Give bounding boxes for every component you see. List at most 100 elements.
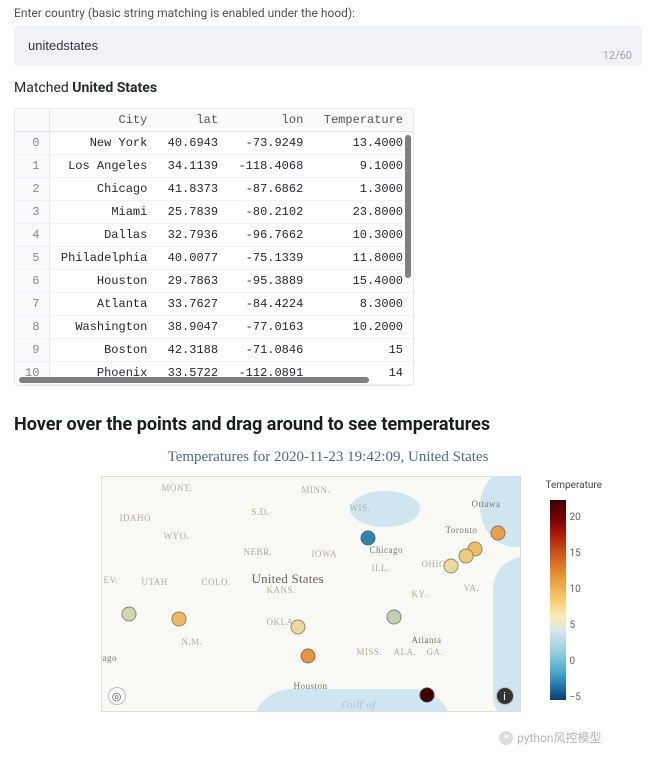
horizontal-scrollbar[interactable] xyxy=(19,377,399,383)
cell: New York xyxy=(50,132,157,155)
data-point[interactable] xyxy=(361,530,376,545)
cell: -71.0846 xyxy=(228,339,313,362)
data-point[interactable] xyxy=(419,688,434,703)
data-point[interactable] xyxy=(122,606,137,621)
table-row[interactable]: 6Houston29.7863-95.388915.4000 xyxy=(15,270,413,293)
map-label-state: ILL. xyxy=(372,563,390,573)
cell: 40.0077 xyxy=(157,247,228,270)
matched-result: Matched United States xyxy=(14,80,642,96)
column-header: City xyxy=(50,109,157,132)
table-row[interactable]: 2Chicago41.8373-87.68621.3000 xyxy=(15,178,413,201)
map-chart[interactable]: MONT. MINN. IDAHO S.D. WIS. WYO. NEBR. I… xyxy=(41,476,616,726)
map-label-city: Houston xyxy=(294,681,328,691)
input-label: Enter country (basic string matching is … xyxy=(14,6,642,20)
legend-tick: 20 xyxy=(570,512,581,523)
cell: Houston xyxy=(50,270,157,293)
map-label-city: Chicago xyxy=(370,545,404,555)
map-label-state: N.M. xyxy=(182,637,203,647)
vertical-scrollbar[interactable] xyxy=(405,135,411,381)
data-point[interactable] xyxy=(444,559,459,574)
map-label-state: MINN. xyxy=(302,485,331,495)
legend-title: Temperature xyxy=(546,480,616,491)
map-label-state: VA. xyxy=(464,583,480,593)
cell: 11.8000 xyxy=(313,247,413,270)
map-label-state: MISS. xyxy=(357,647,383,657)
legend-tick: 5 xyxy=(570,620,576,631)
table-row[interactable]: 1Los Angeles34.1139-118.40689.1000 xyxy=(15,155,413,178)
legend-gradient xyxy=(550,500,566,700)
cell: -87.6862 xyxy=(228,178,313,201)
column-header: lon xyxy=(228,109,313,132)
data-point[interactable] xyxy=(459,548,474,563)
cell: 1.3000 xyxy=(313,178,413,201)
cell: 25.7839 xyxy=(157,201,228,224)
legend-tick: 0 xyxy=(570,656,576,667)
cell: 6 xyxy=(15,270,50,293)
legend-tick: 15 xyxy=(570,548,581,559)
cell: 5 xyxy=(15,247,50,270)
cell: 10.2000 xyxy=(313,316,413,339)
column-header xyxy=(15,109,50,132)
cell: 8.3000 xyxy=(313,293,413,316)
data-point[interactable] xyxy=(171,611,186,626)
cell: Los Angeles xyxy=(50,155,157,178)
scroll-thumb[interactable] xyxy=(405,135,411,278)
cell: 32.7936 xyxy=(157,224,228,247)
cell: 0 xyxy=(15,132,50,155)
map-label-city: Atlanta xyxy=(412,635,442,645)
cell: 2 xyxy=(15,178,50,201)
table-row[interactable]: 8Washington38.9047-77.016310.2000 xyxy=(15,316,413,339)
table-row[interactable]: 5Philadelphia40.0077-75.133911.8000 xyxy=(15,247,413,270)
map-label-state: S.D. xyxy=(252,507,270,517)
cell: 10.3000 xyxy=(313,224,413,247)
data-point[interactable] xyxy=(290,619,305,634)
column-header: Temperature xyxy=(313,109,413,132)
dataframe[interactable]: CitylatlonTemperature 0New York40.6943-7… xyxy=(14,108,414,386)
cell: 40.6943 xyxy=(157,132,228,155)
cell: -96.7662 xyxy=(228,224,313,247)
map-label-city: Toronto xyxy=(446,525,478,535)
map-label-city: Ottawa xyxy=(472,499,501,509)
matched-prefix: Matched xyxy=(14,80,72,96)
map-label-state: IDAHO xyxy=(120,513,152,523)
table-row[interactable]: 9Boston42.3188-71.084615 xyxy=(15,339,413,362)
map-label-state: KY. xyxy=(412,589,428,599)
table-row[interactable]: 0New York40.6943-73.924913.4000 xyxy=(15,132,413,155)
country-input-wrap: 12/60 xyxy=(14,26,642,66)
table-row[interactable]: 4Dallas32.7936-96.766210.3000 xyxy=(15,224,413,247)
legend-tick: 10 xyxy=(570,584,581,595)
country-input[interactable] xyxy=(28,38,628,53)
data-point[interactable] xyxy=(301,649,316,664)
table-row[interactable]: 7Atlanta33.7627-84.42248.3000 xyxy=(15,293,413,316)
map-label-state: EV. xyxy=(104,575,119,585)
cell: 1 xyxy=(15,155,50,178)
data-point[interactable] xyxy=(490,525,505,540)
cell: 41.8373 xyxy=(157,178,228,201)
map-label-city: ago xyxy=(103,653,118,663)
cell: Miami xyxy=(50,201,157,224)
wechat-icon: ✶ xyxy=(499,731,513,745)
map-canvas[interactable]: MONT. MINN. IDAHO S.D. WIS. WYO. NEBR. I… xyxy=(101,476,521,712)
cell: Philadelphia xyxy=(50,247,157,270)
cell: -95.3889 xyxy=(228,270,313,293)
map-label-state: GA. xyxy=(427,647,444,657)
cell: Dallas xyxy=(50,224,157,247)
cell: 38.9047 xyxy=(157,316,228,339)
map-label-water: Gulf of xyxy=(342,699,376,711)
cell: 4 xyxy=(15,224,50,247)
cell: Atlanta xyxy=(50,293,157,316)
cell: -118.4068 xyxy=(228,155,313,178)
table-row[interactable]: 3Miami25.7839-80.210223.8000 xyxy=(15,201,413,224)
info-icon[interactable]: i xyxy=(496,687,514,705)
cell: -77.0163 xyxy=(228,316,313,339)
cell: -75.1339 xyxy=(228,247,313,270)
map-label-state: IOWA xyxy=(312,549,338,559)
cell: 7 xyxy=(15,293,50,316)
cell: -84.4224 xyxy=(228,293,313,316)
cell: 9 xyxy=(15,339,50,362)
hscroll-thumb[interactable] xyxy=(19,377,369,383)
data-point[interactable] xyxy=(386,610,401,625)
dataframe-table: CitylatlonTemperature 0New York40.6943-7… xyxy=(15,109,413,385)
map-label-state: MONT. xyxy=(162,483,193,493)
bokeh-logo-icon[interactable]: ◎ xyxy=(108,687,126,705)
